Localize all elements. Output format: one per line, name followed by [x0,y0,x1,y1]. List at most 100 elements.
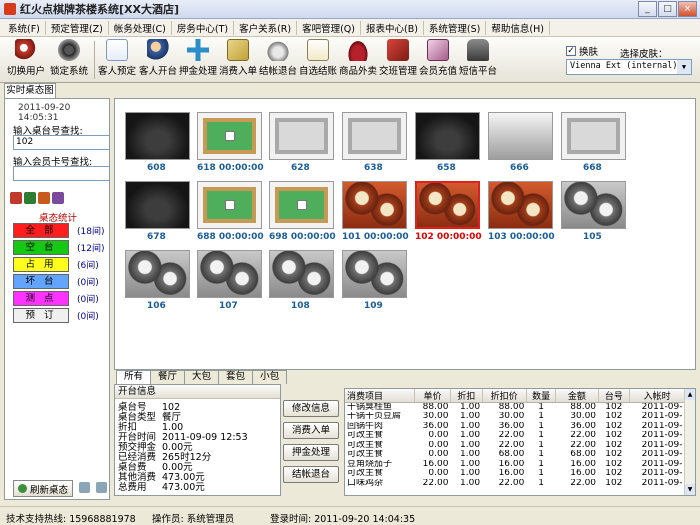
minimize-button[interactable]: _ [638,1,657,17]
stat-broken[interactable]: 坏 台 (0间) [13,274,109,289]
consumption-entry-action-button[interactable]: 消费入单 [283,422,339,439]
stat-occupied[interactable]: 占 用 (6间) [13,257,109,272]
table-image [417,183,478,227]
member-recharge-button[interactable]: 会员充值 [418,39,458,81]
table-row[interactable]: 可改主食 0.00 1.00 22.00 1 22.00 102 2011-09- [345,431,685,441]
table-image [126,113,189,159]
table-row[interactable]: 干锅臭桂鱼 88.00 1.00 88.00 1 88.00 102 2011-09- [345,403,685,413]
tab-large-room[interactable]: 大包 [184,370,220,384]
table-tile[interactable] [342,181,407,229]
sms-platform-button[interactable]: 短信平台 [458,39,498,81]
stat-all[interactable]: 全 部 (18间) [13,223,109,238]
table-tile[interactable] [269,112,334,160]
settings-icon[interactable] [79,482,90,493]
maximize-button[interactable]: □ [658,1,677,17]
table-tile[interactable] [488,181,553,229]
table-tile[interactable] [342,250,407,298]
guest-reservation-button[interactable]: 客人预定 [97,39,137,81]
scroll-up-icon[interactable]: ▲ [685,389,695,400]
table-row[interactable]: 回锅牛肉 36.00 1.00 36.00 1 36.00 102 2011-09- [345,422,685,432]
table-tile[interactable] [561,112,626,160]
table-row[interactable]: 可改主食 0.00 1.00 68.00 1 68.00 102 2011-09- [345,450,685,460]
skin-checkbox[interactable]: ✓ 换肤 [566,44,598,58]
title-bar: 红火点棋牌茶楼系统[XX大酒店] _ □ × [0,0,700,19]
switch-user-button[interactable]: 切换用户 [6,39,46,81]
table-row[interactable]: 可改主食 0.00 1.00 16.00 1 16.00 102 2011-09- [345,469,685,479]
table-tile[interactable] [197,112,262,160]
menu-system-management[interactable]: 系统管理(S) [424,20,487,35]
table-tile[interactable] [488,112,553,160]
menu-reservation[interactable]: 预定管理(Z) [46,20,109,35]
tab-all[interactable]: 所有 [116,370,152,384]
table-tile[interactable] [342,112,407,160]
notepad-icon [307,39,329,61]
table-label: 108 [291,301,310,311]
stats-title: 桌态统计 [38,213,77,224]
table-tile[interactable] [125,250,190,298]
shift-handover-button[interactable]: 交班管理 [378,39,418,81]
table-tile[interactable] [561,181,626,229]
menu-room-center[interactable]: 房务中心(T) [172,20,235,35]
table-label: 658 [437,163,456,173]
table-tile[interactable] [269,250,334,298]
table-tile[interactable] [125,181,190,229]
tab-small-room[interactable]: 小包 [252,370,288,384]
table-tile[interactable] [125,112,190,160]
house-icon[interactable] [24,192,36,204]
menu-bar-management[interactable]: 客吧管理(Q) [297,20,361,35]
table-label: 628 [291,163,310,173]
takeaway-button[interactable]: 商品外卖 [338,39,378,81]
table-row[interactable]: 口味鸡杂 22.00 1.00 22.00 1 22.00 102 2011-09- [345,479,685,489]
tab-realtime-table-map[interactable]: 实时桌态图 [4,83,56,99]
menu-accounting[interactable]: 帐务处理(C) [109,20,172,35]
stat-reserved[interactable]: 预 订 (0间) [13,308,109,323]
deposit-action-button[interactable]: 押金处理 [283,444,339,461]
current-datetime: 2011-09-20 14:05:31 [18,103,71,123]
switch-user-icon [15,39,37,61]
house-red-icon[interactable] [38,192,50,204]
chevron-down-icon[interactable]: ▼ [677,60,691,74]
table-tile[interactable] [415,181,480,229]
skin-select[interactable]: Vienna Ext (internal) ▼ [566,59,692,75]
deposit-button[interactable]: 押金处理 [178,39,218,81]
table-label: 103 00:00:00 [488,232,555,242]
open-table-button[interactable]: 客人开台 [138,39,178,81]
lock-system-button[interactable]: 锁定系统 [46,39,92,81]
filter-icon[interactable] [10,192,22,204]
table-tile[interactable] [197,181,262,229]
table-row[interactable]: 干锅干页豆腐 30.00 1.00 30.00 1 30.00 102 2011-09- [345,412,685,422]
menu-system[interactable]: 系统(F) [3,20,46,35]
self-checkout-button[interactable]: 自选结账 [298,39,338,81]
table-row[interactable]: 豆角烧茄子 16.00 1.00 16.00 1 16.00 102 2011-09- [345,460,685,470]
scroll-down-icon[interactable]: ▼ [685,484,695,495]
tab-restaurant[interactable]: 餐厅 [150,370,186,384]
orders-scrollbar[interactable]: ▲ ▼ [684,389,695,495]
refresh-button[interactable]: 刷新桌态 [13,480,73,497]
checkout-action-button[interactable]: 结帐退台 [283,466,339,483]
left-panel: 2011-09-20 14:05:31 输入桌台号查找: 102 输入会员卡号查… [4,98,110,500]
tools-icon[interactable] [96,482,107,493]
stat-empty[interactable]: 空 台 (12间) [13,240,109,255]
table-row[interactable]: 可改主食 0.00 1.00 22.00 1 22.00 102 2011-09- [345,441,685,451]
table-tile[interactable] [415,112,480,160]
bag-icon[interactable] [52,192,64,204]
stat-test[interactable]: 测 点 (0间) [13,291,109,306]
menu-report-center[interactable]: 报表中心(B) [361,20,424,35]
table-label: 618 00:00:00 [197,163,264,173]
orders-grid: 消费项目 单价 折扣 折扣价 数量 金额 台号 入帐时 干锅臭桂鱼 88.00 1.… [344,388,696,496]
table-label: 101 00:00:00 [342,232,409,242]
handover-icon [387,39,409,61]
consumption-entry-button[interactable]: 消费入单 [218,39,258,81]
table-tile[interactable] [197,250,262,298]
tab-suite[interactable]: 套包 [218,370,254,384]
menu-customer-relations[interactable]: 客户关系(R) [234,20,298,35]
table-tile[interactable] [269,181,334,229]
table-image [198,182,261,228]
edit-info-button[interactable]: 修改信息 [283,400,339,417]
menu-help[interactable]: 帮助信息(H) [486,20,550,35]
close-button[interactable]: × [678,1,697,17]
member-search-input[interactable] [13,166,110,181]
bowl-icon [347,39,369,61]
table-search-input[interactable]: 102 [13,135,110,150]
checkout-button[interactable]: 结帐退台 [258,39,298,81]
